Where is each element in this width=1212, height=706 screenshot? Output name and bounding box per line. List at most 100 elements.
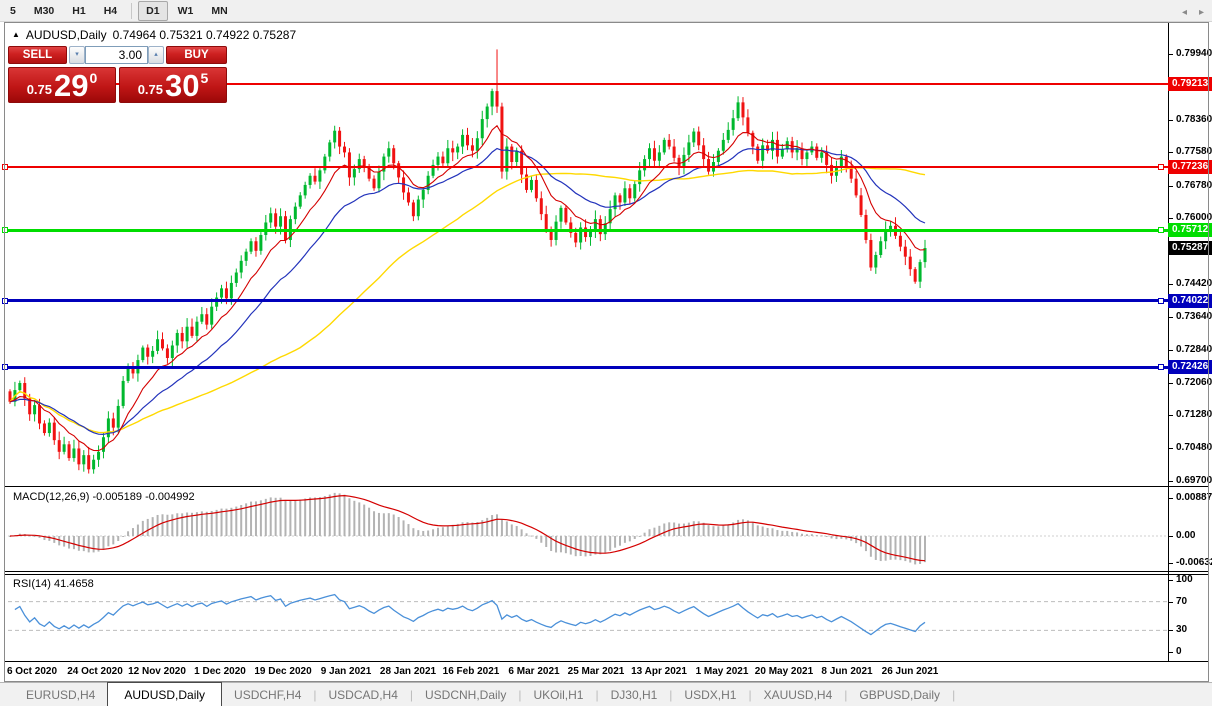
- trading-platform-window: 5 M30 H1 H4 D1 W1 MN ▲ AUDUSD,Daily 0.74964 0.…: [0, 0, 1212, 706]
- price-tick-dash: [1168, 120, 1173, 121]
- price-axis-tick: 0.79940: [1176, 48, 1212, 59]
- hline-handle-left-0.74022[interactable]: [2, 298, 8, 304]
- price-tick-dash: [1168, 317, 1173, 318]
- sell-button[interactable]: SELL: [8, 46, 67, 64]
- tab-scroll-left-icon[interactable]: ◂: [1182, 7, 1187, 18]
- rsi-line: [14, 593, 926, 636]
- sell-price-prefix: 0.75: [26, 82, 53, 97]
- rsi-label: RSI(14) 41.4658: [13, 578, 94, 590]
- hline-handle-right-0.75712[interactable]: [1158, 227, 1164, 233]
- tab-usdchf-h4[interactable]: USDCHF,H4: [222, 683, 313, 706]
- price-axis-tick: 0.71280: [1176, 409, 1212, 420]
- price-axis-tick: 0.78360: [1176, 114, 1212, 125]
- rsi-indicator-pane[interactable]: [8, 574, 1168, 661]
- price-tick-dash: [1168, 350, 1173, 351]
- timeframe-button-d1[interactable]: D1: [138, 0, 168, 21]
- volume-decrease-button[interactable]: ▾: [69, 46, 85, 64]
- collapse-panel-icon[interactable]: ▲: [12, 30, 20, 40]
- price-tick-dash: [1168, 448, 1173, 449]
- tab-usdcad-h4[interactable]: USDCAD,H4: [317, 683, 410, 706]
- rsi-tick-dash: [1168, 580, 1173, 581]
- hline-handle-left-0.75712[interactable]: [2, 227, 8, 233]
- macd-label: MACD(12,26,9) -0.005189 -0.004992: [13, 491, 195, 503]
- price-axis-tick: 0.73640: [1176, 311, 1212, 322]
- timeframe-button-mn[interactable]: MN: [203, 1, 235, 21]
- hline-handle-left-0.72426[interactable]: [2, 364, 8, 370]
- hline-handle-right-0.72426[interactable]: [1158, 364, 1164, 370]
- price-tick-dash: [1168, 383, 1173, 384]
- price-axis-tick: 0.72840: [1176, 344, 1212, 355]
- chart-title: ▲ AUDUSD,Daily 0.74964 0.75321 0.74922 0…: [12, 28, 296, 42]
- pane-separator[interactable]: [4, 486, 1209, 487]
- price-badge-0.72426: 0.72426: [1168, 360, 1212, 374]
- price-axis-tick: 0.72060: [1176, 377, 1212, 388]
- toolbar-separator: [131, 2, 133, 19]
- tab-dj30-h1[interactable]: DJ30,H1: [599, 683, 670, 706]
- pane-separator[interactable]: [4, 571, 1209, 572]
- hline-handle-left-0.77236[interactable]: [2, 164, 8, 170]
- price-axis-tick: 0.77580: [1176, 146, 1212, 157]
- timeframe-button-h4[interactable]: H4: [96, 1, 125, 21]
- chart-ohlc-values: 0.74964 0.75321 0.74922 0.75287: [112, 28, 297, 42]
- macd-axis-tick: 0.00: [1176, 530, 1196, 541]
- rsi-tick-dash: [1168, 602, 1173, 603]
- price-tick-dash: [1168, 218, 1173, 219]
- tab-audusd-daily[interactable]: AUDUSD,Daily: [107, 682, 223, 706]
- price-tick-dash: [1168, 152, 1173, 153]
- chart-tab-bar: EURUSD,H4 AUDUSD,Daily USDCHF,H4 | USDCAD,H4…: [0, 682, 1212, 706]
- timeframe-button-5[interactable]: 5: [2, 1, 24, 21]
- one-click-trade-panel: SELL ▾ 3.00 ▴ BUY 0.75 29 0 0.75 30 5: [8, 46, 227, 103]
- tab-scroll-right-icon[interactable]: ▸: [1199, 7, 1204, 18]
- price-badge-0.77236: 0.77236: [1168, 160, 1212, 174]
- hline-0.72426[interactable]: [8, 366, 1168, 369]
- tab-eurusd-h4[interactable]: EURUSD,H4: [14, 683, 107, 706]
- hline-0.75712[interactable]: [8, 229, 1168, 232]
- rsi-axis-tick: 100: [1176, 574, 1193, 585]
- tab-scroll-arrows: ◂ ▸: [1182, 0, 1204, 24]
- macd-tick-dash: [1168, 563, 1173, 564]
- price-tick-dash: [1168, 54, 1173, 55]
- tab-separator: |: [952, 687, 956, 702]
- price-badge-0.74022: 0.74022: [1168, 294, 1212, 308]
- hline-0.77236[interactable]: [8, 166, 1168, 168]
- tab-usdcnh-daily[interactable]: USDCNH,Daily: [413, 683, 518, 706]
- price-axis-tick: 0.74420: [1176, 278, 1212, 289]
- price-axis-tick: 0.76780: [1176, 180, 1212, 191]
- ma-fast-line: [9, 124, 926, 452]
- buy-price-digits: 30: [165, 68, 200, 103]
- buy-price-pipette: 5: [200, 70, 209, 86]
- price-badge-0.75712: 0.75712: [1168, 223, 1212, 237]
- price-axis-tick: 0.76000: [1176, 212, 1212, 223]
- price-axis-tick: 0.70480: [1176, 442, 1212, 453]
- timeframe-button-m30[interactable]: M30: [26, 1, 62, 21]
- macd-axis-tick: -0.00632: [1176, 557, 1212, 568]
- buy-price-display[interactable]: 0.75 30 5: [119, 67, 227, 103]
- buy-button[interactable]: BUY: [166, 46, 227, 64]
- sell-price-display[interactable]: 0.75 29 0: [8, 67, 116, 103]
- macd-tick-dash: [1168, 536, 1173, 537]
- rsi-axis-tick: 30: [1176, 624, 1188, 635]
- timeframe-button-h1[interactable]: H1: [64, 1, 93, 21]
- tab-xauusd-h4[interactable]: XAUUSD,H4: [752, 683, 845, 706]
- tab-gbpusd-daily[interactable]: GBPUSD,Daily: [847, 683, 952, 706]
- price-tick-dash: [1168, 481, 1173, 482]
- timeframe-button-w1[interactable]: W1: [170, 1, 202, 21]
- hline-handle-right-0.77236[interactable]: [1158, 164, 1164, 170]
- hline-handle-right-0.74022[interactable]: [1158, 298, 1164, 304]
- price-badge-0.79213: 0.79213: [1168, 77, 1212, 91]
- macd-tick-dash: [1168, 498, 1173, 499]
- rsi-axis-tick: 0: [1176, 646, 1182, 657]
- price-tick-dash: [1168, 186, 1173, 187]
- volume-increase-button[interactable]: ▴: [148, 46, 164, 64]
- price-tick-dash: [1168, 415, 1173, 416]
- rsi-axis-tick: 70: [1176, 596, 1188, 607]
- current-price-badge: 0.75287: [1168, 241, 1212, 255]
- chart-symbol-label: AUDUSD,Daily: [25, 28, 107, 42]
- tab-usdx-h1[interactable]: USDX,H1: [672, 683, 748, 706]
- date-axis-label: 26 Jun 2021: [881, 666, 939, 677]
- pane-separator: [4, 661, 1209, 662]
- volume-input[interactable]: 3.00: [85, 46, 148, 64]
- tab-ukoil-h1[interactable]: UKOil,H1: [521, 683, 595, 706]
- price-tick-dash: [1168, 284, 1173, 285]
- hline-0.74022[interactable]: [8, 299, 1168, 302]
